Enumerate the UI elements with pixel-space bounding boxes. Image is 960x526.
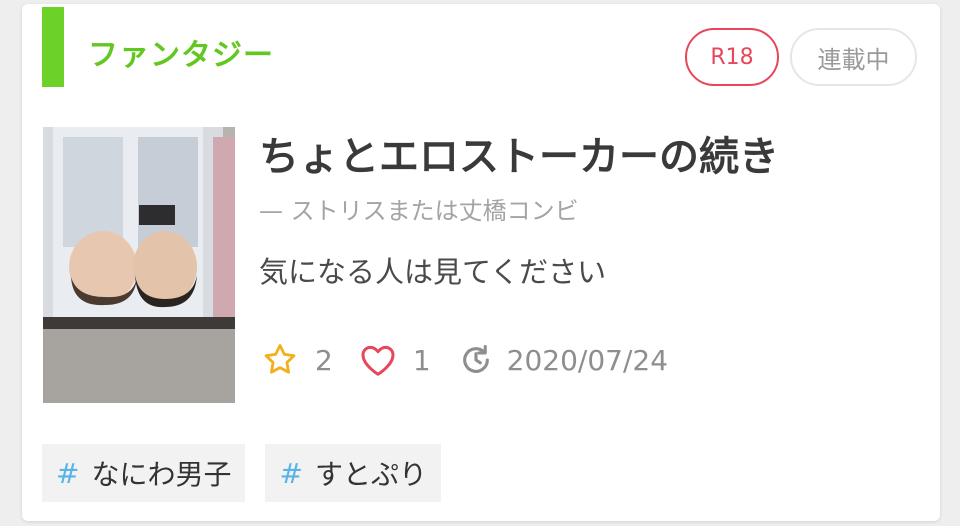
star-icon [259,340,301,380]
tag-label: なにわ男子 [91,458,232,491]
hashtag-icon: # [56,456,80,490]
updated-date: 2020/07/24 [506,343,669,377]
thumbnail-photo-icon [43,127,235,403]
genre-label: ファンタジー [88,38,274,73]
star-count: 2 [315,343,333,377]
rating-badge-label: R18 [710,44,754,70]
story-stats: 2 1 2020/07/24 [259,340,692,380]
story-description: 気になる人は見てください [259,255,607,289]
story-thumbnail[interactable] [43,127,235,403]
story-card[interactable]: ファンタジー R18 連載中 ちょとエロストーカーの続き — ストリスまたは丈橋… [22,4,940,521]
tag-list: # なにわ男子 # すとぷり [42,444,441,502]
rating-badge: R18 [685,28,779,86]
status-badge: 連載中 [790,28,917,86]
heart-icon [357,340,399,380]
like-count: 1 [412,343,431,377]
history-icon [455,340,497,380]
tag-sutopuri[interactable]: # すとぷり [265,444,441,502]
status-badge-label: 連載中 [817,45,890,74]
story-title[interactable]: ちょとエロストーカーの続き [259,130,779,184]
tag-label: すとぷり [314,458,427,491]
genre-accent-bar [42,7,64,87]
story-subtitle: — ストリスまたは丈橋コンビ [259,197,579,225]
hashtag-icon: # [279,456,303,490]
tag-naniwa-danshi[interactable]: # なにわ男子 [42,444,246,502]
